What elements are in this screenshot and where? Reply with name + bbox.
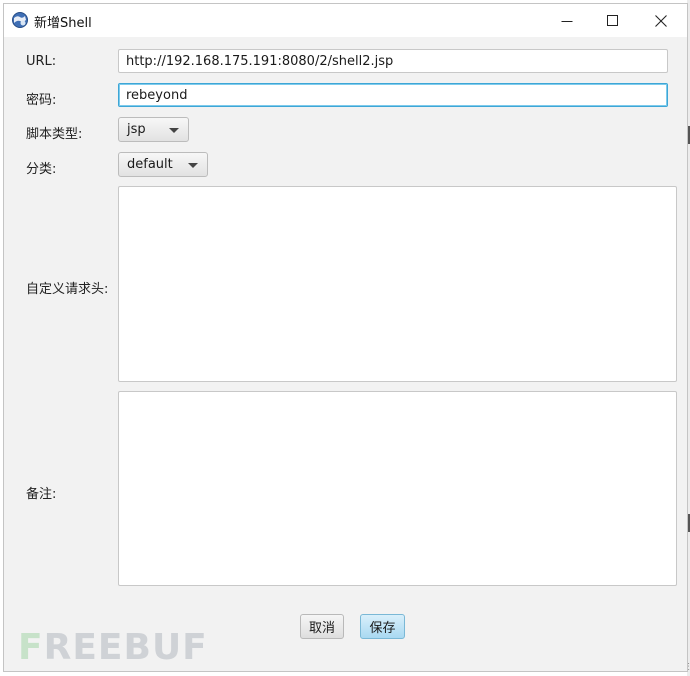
title-bar[interactable]: 新增Shell [4,4,687,37]
script-type-select[interactable]: jsp [118,117,189,142]
minimize-button[interactable] [544,4,590,37]
save-button[interactable]: 保存 [360,614,405,639]
custom-headers-textarea[interactable] [118,186,677,382]
close-icon [655,14,667,27]
category-label: 分类: [26,162,57,177]
chevron-down-icon [169,128,179,133]
close-button[interactable] [638,4,684,37]
password-field[interactable] [118,83,668,107]
new-shell-dialog: 新增Shell URL: 密码: 脚本类型: jsp 分类: defaul [3,3,688,672]
password-label: 密码: [26,93,57,108]
watermark-first-letter: F [18,627,44,668]
maximize-button[interactable] [590,4,636,37]
script-type-label: 脚本类型: [26,127,83,142]
url-label: URL: [26,54,57,69]
minimize-icon [561,20,573,22]
freebuf-watermark: FREEBUF [18,627,208,668]
chevron-down-icon [188,163,198,168]
category-select[interactable]: default [118,152,208,177]
script-type-value: jsp [127,122,146,137]
globe-shell-icon [11,11,29,29]
maximize-icon [607,14,618,26]
notes-label: 备注: [26,487,57,502]
window-title: 新增Shell [34,16,92,31]
watermark-rest: REEBUF [43,627,208,668]
cancel-button[interactable]: 取消 [300,614,344,639]
notes-textarea[interactable] [118,391,677,586]
custom-headers-label: 自定义请求头: [26,282,109,297]
url-field[interactable] [118,49,668,73]
category-value: default [127,157,173,172]
